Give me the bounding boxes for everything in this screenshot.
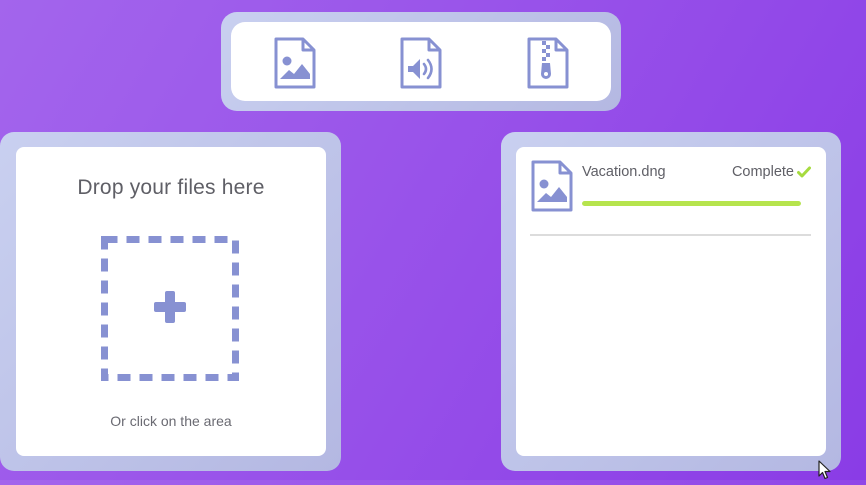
list-item: Vacation.dng Complete — [516, 147, 826, 237]
dropzone-title: Drop your files here — [77, 176, 265, 199]
uploads-card: Vacation.dng Complete — [501, 132, 841, 471]
mouse-cursor-icon — [818, 460, 832, 480]
check-icon — [797, 165, 811, 178]
uploads-list: Vacation.dng Complete — [516, 147, 826, 456]
file-type-toolbar-panel — [231, 22, 611, 101]
audio-file-icon[interactable] — [399, 37, 443, 89]
progress-bar-fill — [582, 201, 801, 206]
plus-icon — [154, 291, 186, 323]
dropzone-card: Drop your files here Or click on the are… — [0, 132, 341, 471]
image-file-icon — [530, 160, 574, 212]
dropzone-hint: Or click on the area — [110, 413, 232, 429]
file-name: Vacation.dng — [582, 164, 666, 180]
upload-status: Complete — [731, 164, 794, 180]
image-file-icon[interactable] — [273, 37, 317, 89]
file-type-toolbar — [221, 12, 621, 111]
progress-bar — [582, 201, 801, 206]
dropzone[interactable]: Drop your files here Or click on the are… — [16, 147, 326, 456]
divider — [530, 234, 811, 236]
dropzone-area[interactable] — [101, 236, 239, 381]
dashed-box-icon — [101, 236, 239, 381]
zip-file-icon[interactable] — [526, 37, 570, 89]
